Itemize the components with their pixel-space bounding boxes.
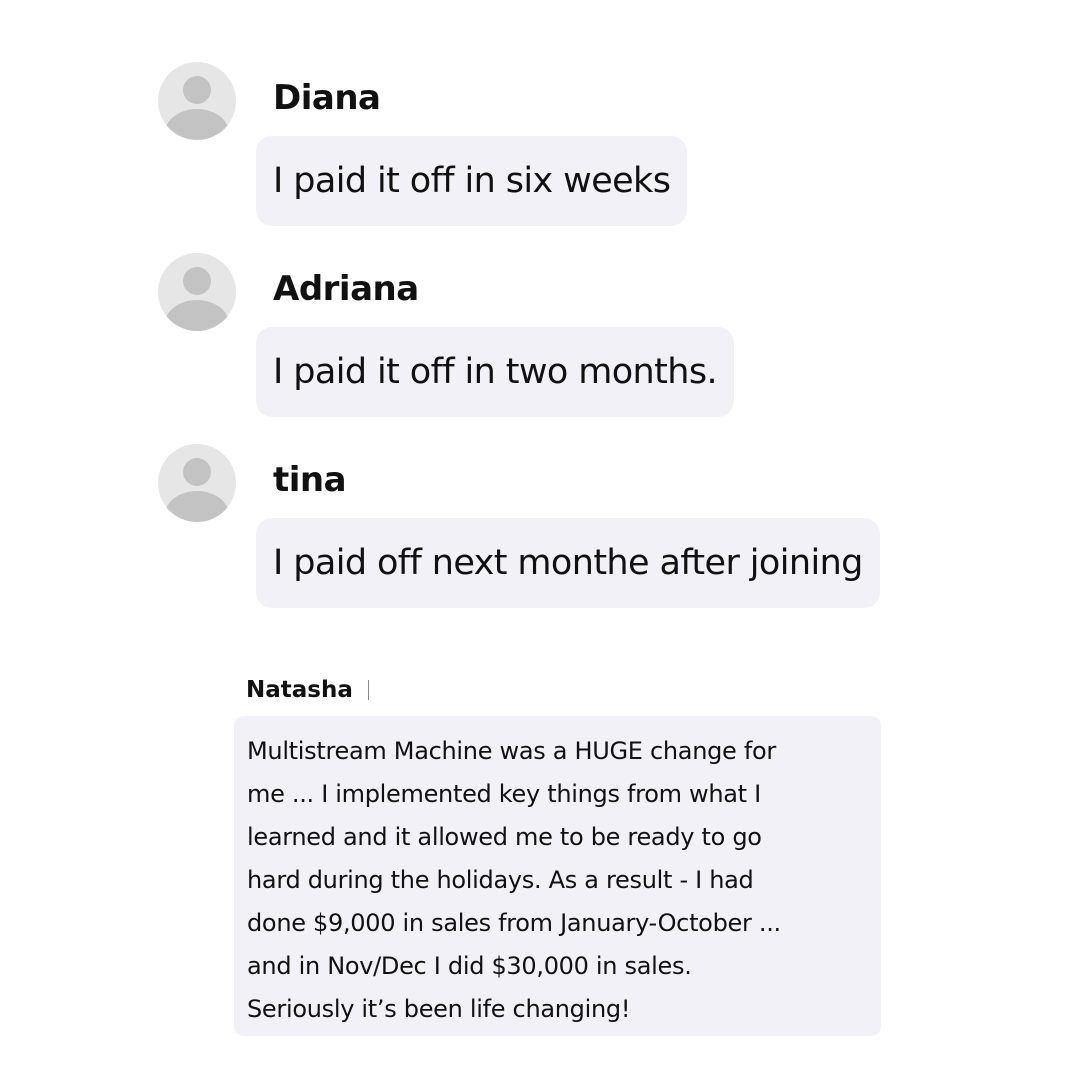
message-line: Seriously it’s been life changing! [247,995,631,1023]
message-bubble: I paid it off in six weeks [256,136,688,226]
user-placeholder-icon[interactable] [158,444,236,522]
user-placeholder-icon[interactable] [158,253,236,331]
message-bubble: Multistream Machine was a HUGE change fo… [234,716,881,1036]
message-bubble: I paid off next monthe after joining [256,518,880,608]
sender-name[interactable]: tina [273,458,347,502]
testimonial-comment: Natasha Multistream Machine was a HUGE c… [234,670,886,1042]
sender-name[interactable]: Diana [273,76,381,120]
message-line: Multistream Machine was a HUGE change fo… [247,737,776,765]
user-placeholder-icon[interactable] [158,62,236,140]
message-line: and in Nov/Dec I did $30,000 in sales. [247,952,692,980]
sender-name[interactable]: Natasha [246,674,353,706]
chat-thread: Diana I paid it off in six weeks Adriana… [158,62,920,632]
message-bubble: I paid it off in two months. [256,327,735,417]
sender-name[interactable]: Adriana [273,267,419,311]
name-divider [368,680,369,700]
message-line: me ... I implemented key things from wha… [247,780,761,808]
message-line: done $9,000 in sales from January-Octobe… [247,909,781,937]
message-line: hard during the holidays. As a result - … [247,866,754,894]
message-line: learned and it allowed me to be ready to… [247,823,762,851]
